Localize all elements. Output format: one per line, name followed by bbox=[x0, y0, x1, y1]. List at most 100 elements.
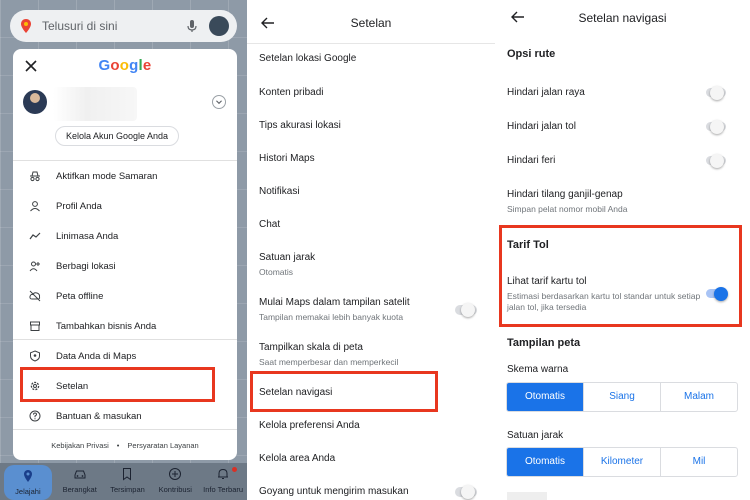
shake-feedback-toggle[interactable] bbox=[455, 485, 477, 499]
person-icon bbox=[30, 201, 40, 212]
color-scheme-option-day[interactable]: Siang bbox=[584, 383, 661, 411]
avoid-highways-row[interactable]: Hindari jalan raya bbox=[507, 87, 737, 98]
privacy-policy-link[interactable]: Kebijakan Privasi bbox=[51, 441, 109, 450]
nav-label: Berangkat bbox=[62, 485, 97, 494]
notification-badge bbox=[231, 467, 237, 472]
incognito-icon bbox=[30, 171, 40, 182]
nav-saved[interactable]: Tersimpan bbox=[104, 463, 152, 500]
logo-letter: g bbox=[129, 57, 139, 74]
menu-item-label: Profil Anda bbox=[56, 200, 102, 212]
terms-link[interactable]: Persyaratan Layanan bbox=[127, 441, 198, 450]
nav-label: Tersimpan bbox=[110, 485, 145, 494]
settings-item-label: Notifikasi bbox=[259, 186, 300, 197]
mic-icon[interactable] bbox=[185, 19, 199, 33]
avoid-odd-even-label: Hindari tilang ganjil-genap bbox=[507, 189, 623, 200]
avoid-highways-toggle[interactable] bbox=[706, 85, 726, 100]
logo-letter: G bbox=[98, 57, 111, 74]
settings-item-manage-preferences[interactable]: Kelola preferensi Anda bbox=[259, 420, 484, 431]
menu-item-offline-maps[interactable]: Peta offline bbox=[13, 285, 237, 307]
avoid-tolls-toggle[interactable] bbox=[706, 119, 726, 134]
menu-item-incognito[interactable]: Aktifkan mode Samaran bbox=[13, 165, 237, 187]
settings-item-personal-content[interactable]: Konten pribadi bbox=[259, 87, 484, 98]
search-input[interactable]: Telusuri di sini bbox=[42, 19, 185, 33]
menu-item-label: Bantuan & masukan bbox=[56, 410, 142, 422]
settings-item-show-scale[interactable]: Tampilkan skala di peta Saat memperbesar… bbox=[259, 342, 484, 367]
menu-item-profile[interactable]: Profil Anda bbox=[13, 195, 237, 217]
color-scheme-option-auto[interactable]: Otomatis bbox=[507, 383, 584, 411]
menu-item-label: Peta offline bbox=[56, 290, 104, 302]
settings-item-google-location[interactable]: Setelan lokasi Google bbox=[259, 53, 484, 64]
search-bar[interactable]: Telusuri di sini bbox=[10, 10, 237, 42]
avatar[interactable] bbox=[209, 16, 229, 36]
menu-item-help[interactable]: Bantuan & masukan bbox=[13, 405, 237, 427]
map-display-heading: Tampilan peta bbox=[507, 337, 581, 349]
distance-units-text: Satuan jarak bbox=[507, 430, 564, 441]
menu-item-location-sharing[interactable]: Berbagi lokasi bbox=[13, 255, 237, 277]
settings-item-label: Kelola preferensi Anda bbox=[259, 420, 360, 431]
settings-item-notifications[interactable]: Notifikasi bbox=[259, 186, 484, 197]
distance-option-miles[interactable]: Mil bbox=[661, 448, 737, 476]
settings-item-maps-history[interactable]: Histori Maps bbox=[259, 153, 484, 164]
menu-item-add-business[interactable]: Tambahkan bisnis Anda bbox=[13, 315, 237, 337]
satellite-view-toggle[interactable] bbox=[455, 303, 477, 317]
menu-item-label: Aktifkan mode Samaran bbox=[56, 170, 158, 182]
settings-item-location-accuracy[interactable]: Tips akurasi lokasi bbox=[259, 120, 484, 131]
settings-item-label: Goyang untuk mengirim masukan bbox=[259, 486, 409, 497]
settings-item-manage-areas[interactable]: Kelola area Anda bbox=[259, 453, 484, 464]
avoid-ferries-toggle[interactable] bbox=[706, 153, 726, 168]
avoid-tolls-row[interactable]: Hindari jalan tol bbox=[507, 121, 737, 132]
settings-header: Setelan bbox=[247, 0, 495, 44]
menu-item-label: Linimasa Anda bbox=[56, 230, 119, 242]
color-scheme-option-night[interactable]: Malam bbox=[661, 383, 737, 411]
nav-go[interactable]: Berangkat bbox=[56, 463, 104, 500]
settings-item-label: Kelola area Anda bbox=[259, 453, 336, 464]
chevron-down-icon[interactable] bbox=[212, 95, 226, 109]
settings-item-satellite-view[interactable]: Mulai Maps dalam tampilan satelit Tampil… bbox=[259, 297, 484, 322]
nav-updates[interactable]: Info Terbaru bbox=[199, 463, 247, 500]
navigation-settings-header: Setelan navigasi bbox=[495, 0, 750, 38]
settings-item-label: Setelan lokasi Google bbox=[259, 53, 357, 64]
help-icon bbox=[29, 410, 41, 422]
nav-explore[interactable]: Jelajahi bbox=[4, 465, 52, 500]
menu-item-label: Berbagi lokasi bbox=[56, 260, 116, 272]
maps-pin-icon bbox=[21, 19, 31, 33]
settings-screen: Setelan Setelan lokasi Google Konten pri… bbox=[247, 0, 495, 500]
nav-contribute[interactable]: Kontribusi bbox=[151, 463, 199, 500]
settings-item-label: Histori Maps bbox=[259, 153, 315, 164]
avoid-ferries-label: Hindari feri bbox=[507, 155, 556, 166]
color-scheme-label: Skema warna bbox=[507, 364, 737, 375]
settings-item-sublabel: Tampilan memakai lebih banyak kuota bbox=[259, 312, 404, 322]
divider bbox=[13, 160, 237, 161]
bookmark-icon bbox=[123, 468, 132, 481]
account-menu-screen: Telusuri di sini Google Kelola Akun Goog… bbox=[0, 0, 247, 500]
store-icon bbox=[30, 321, 40, 331]
nav-label: Info Terbaru bbox=[203, 485, 244, 494]
car-icon bbox=[74, 470, 86, 479]
settings-item-label: Mulai Maps dalam tampilan satelit bbox=[259, 297, 410, 308]
avoid-ferries-row[interactable]: Hindari feri bbox=[507, 155, 737, 166]
bottom-nav: Jelajahi Berangkat Tersimpan Kontribusi … bbox=[0, 463, 247, 500]
distance-option-km[interactable]: Kilometer bbox=[584, 448, 661, 476]
pin-icon bbox=[23, 470, 32, 482]
color-scheme-selector: Otomatis Siang Malam bbox=[506, 382, 738, 412]
settings-item-label: Konten pribadi bbox=[259, 87, 324, 98]
add-circle-icon bbox=[169, 468, 182, 480]
distance-option-auto[interactable]: Otomatis bbox=[507, 448, 584, 476]
avoid-highways-label: Hindari jalan raya bbox=[507, 87, 585, 98]
menu-item-your-data[interactable]: Data Anda di Maps bbox=[13, 345, 237, 367]
divider bbox=[13, 429, 237, 430]
menu-item-timeline[interactable]: Linimasa Anda bbox=[13, 225, 237, 247]
avoid-tolls-label: Hindari jalan tol bbox=[507, 121, 576, 132]
manage-account-button[interactable]: Kelola Akun Google Anda bbox=[55, 126, 179, 146]
settings-item-chat[interactable]: Chat bbox=[259, 219, 484, 230]
settings-item-shake-feedback[interactable]: Goyang untuk mengirim masukan bbox=[259, 486, 484, 497]
google-logo: Google bbox=[13, 57, 237, 74]
logo-letter: o bbox=[119, 57, 130, 74]
avoid-odd-even-row[interactable]: Hindari tilang ganjil-genap Simpan pelat… bbox=[507, 189, 737, 215]
footer-separator: • bbox=[116, 441, 120, 450]
highlight-box-navigation-settings bbox=[250, 371, 438, 412]
shield-icon bbox=[30, 350, 40, 362]
settings-item-distance-units[interactable]: Satuan jarak Otomatis bbox=[259, 252, 484, 277]
next-row-cutoff bbox=[507, 492, 547, 500]
offline-map-icon bbox=[29, 290, 41, 302]
